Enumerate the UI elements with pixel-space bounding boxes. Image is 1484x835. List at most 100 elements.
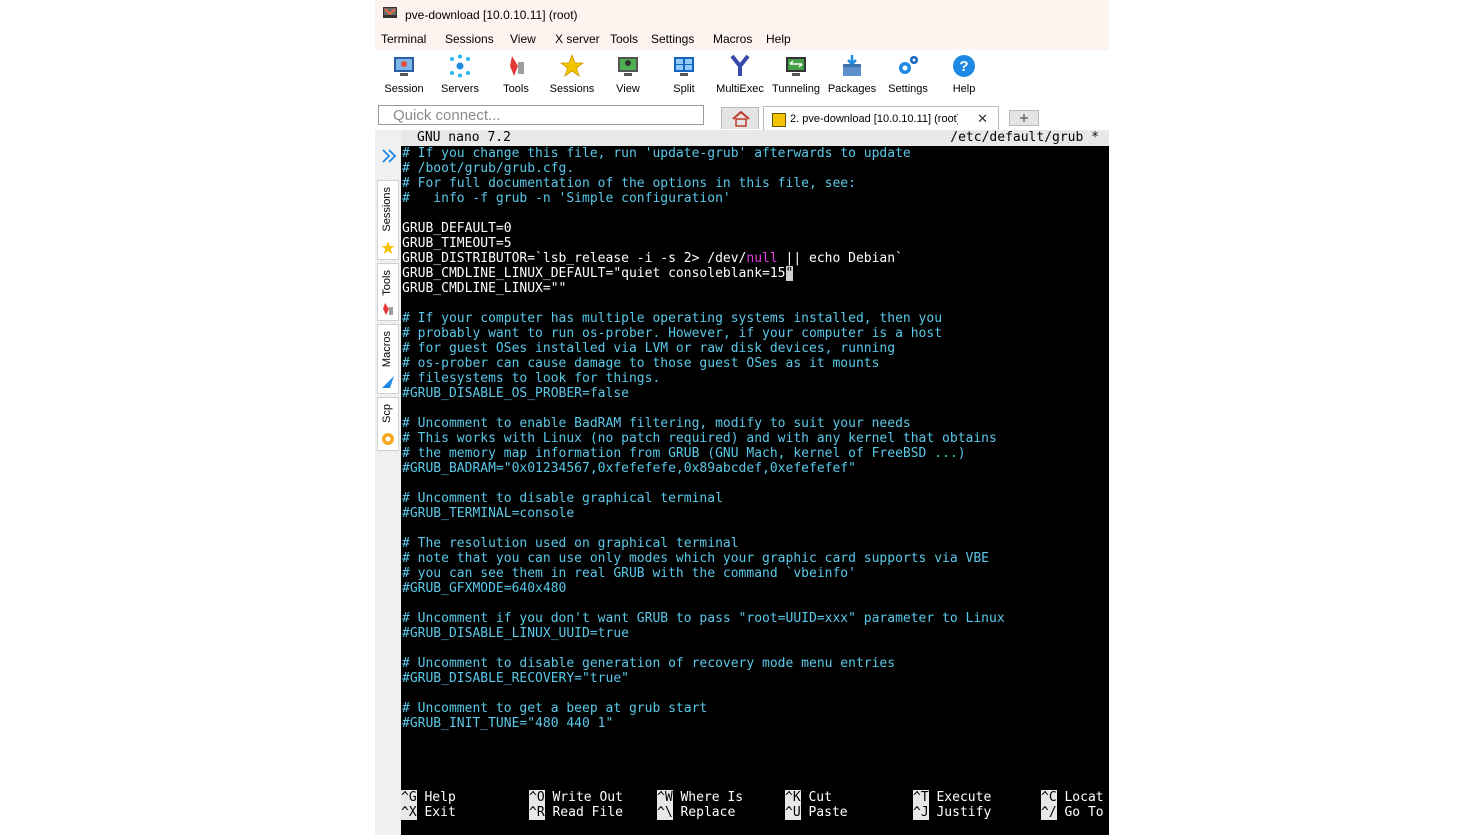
expand-sidebar-icon[interactable] bbox=[381, 148, 397, 164]
star-icon bbox=[381, 241, 395, 254]
nano-version: GNU nano 7.2 bbox=[417, 130, 511, 145]
shortcut-key: ^T bbox=[913, 790, 929, 805]
editor-line-text: # note that you can use only modes which… bbox=[402, 551, 989, 566]
mobaxterm-window: pve-download [10.0.10.11] (root) Termina… bbox=[375, 0, 1109, 835]
editor-line-text: GRUB_CMDLINE_LINUX_DEFAULT="quiet consol… bbox=[402, 266, 786, 281]
menu-x-server[interactable]: X server bbox=[555, 32, 600, 46]
sidebar-tab-label: Scp bbox=[381, 404, 393, 423]
session-tab[interactable]: 2. pve-download [10.0.10.11] (root) ✕ bbox=[763, 106, 999, 130]
shortcut-item: ^U Paste bbox=[785, 805, 848, 820]
editor-line: #GRUB_GFXMODE=640x480 bbox=[402, 581, 1108, 596]
editor-line: # you can see them in real GRUB with the… bbox=[402, 566, 1108, 581]
editor-line: # /boot/grub/grub.cfg. bbox=[402, 161, 1108, 176]
shortcut-key: ^R bbox=[529, 805, 545, 820]
shortcut-item: ^W Where Is bbox=[657, 790, 743, 805]
editor-line-text: #GRUB_DISABLE_LINUX_UUID=true bbox=[402, 626, 629, 641]
split-icon bbox=[674, 57, 694, 76]
menu-terminal[interactable]: Terminal bbox=[381, 32, 426, 46]
terminal-pane[interactable]: GNU nano 7.2 /etc/default/grub * # If yo… bbox=[401, 130, 1109, 835]
session-tab-icon bbox=[772, 113, 786, 127]
editor-line-text: GRUB_CMDLINE_LINUX="" bbox=[402, 281, 567, 296]
editor-line-text: GRUB_DISTRIBUTOR=`lsb_release -i -s 2> /… bbox=[402, 251, 747, 266]
editor-line-text: || echo Debian` bbox=[777, 251, 903, 266]
shortcut-key: ^X bbox=[401, 805, 417, 820]
editor-line: # If your computer has multiple operatin… bbox=[402, 311, 1108, 326]
shortcut-label: Write Out bbox=[552, 790, 623, 805]
editor-line: # If you change this file, run 'update-g… bbox=[402, 146, 1108, 161]
editor-line: #GRUB_INIT_TUNE="480 440 1" bbox=[402, 716, 1108, 731]
help-button[interactable]: ? Help bbox=[936, 50, 992, 100]
shortcut-key: ^G bbox=[401, 790, 417, 805]
editor-content[interactable]: # If you change this file, run 'update-g… bbox=[402, 146, 1108, 731]
sidebar-tab-scp[interactable]: Scp bbox=[377, 397, 399, 451]
editor-line: # Uncomment if you don't want GRUB to pa… bbox=[402, 611, 1108, 626]
home-tab[interactable] bbox=[721, 107, 759, 129]
shortcut-label: Cut bbox=[808, 790, 832, 805]
nano-header: GNU nano 7.2 /etc/default/grub * bbox=[401, 130, 1109, 146]
editor-line: # Uncomment to enable BadRAM filtering, … bbox=[402, 416, 1108, 431]
editor-line: GRUB_CMDLINE_LINUX_DEFAULT="quiet consol… bbox=[402, 266, 1108, 281]
multiexec-icon bbox=[730, 54, 750, 76]
editor-line: # The resolution used on graphical termi… bbox=[402, 536, 1108, 551]
shortcut-key: ^O bbox=[529, 790, 545, 805]
shortcut-label: Replace bbox=[680, 805, 736, 820]
close-icon[interactable]: ✕ bbox=[977, 111, 988, 127]
editor-line-text: # The resolution used on graphical termi… bbox=[402, 536, 739, 551]
shortcut-label: Execute bbox=[936, 790, 992, 805]
text-cursor: " bbox=[785, 266, 794, 281]
shortcut-item: ^O Write Out bbox=[529, 790, 623, 805]
editor-line: GRUB_TIMEOUT=5 bbox=[402, 236, 1108, 251]
shortcut-label: Go To bbox=[1064, 805, 1104, 820]
shortcut-key: ^/ bbox=[1041, 805, 1057, 820]
sidebar-tab-label: Tools bbox=[381, 270, 393, 296]
sidebar-tab-sessions[interactable]: Sessions bbox=[377, 180, 399, 260]
editor-line-text: # the memory map information from GRUB (… bbox=[402, 446, 966, 461]
menu-help[interactable]: Help bbox=[766, 32, 791, 46]
menu-macros[interactable]: Macros bbox=[713, 32, 752, 46]
editor-line: GRUB_DISTRIBUTOR=`lsb_release -i -s 2> /… bbox=[402, 251, 1108, 266]
sidebar-tab-tools[interactable]: Tools bbox=[377, 263, 399, 321]
servers-icon bbox=[450, 54, 470, 78]
editor-line-text: # for guest OSes installed via LVM or ra… bbox=[402, 341, 896, 356]
menu-view[interactable]: View bbox=[510, 32, 536, 46]
editor-line: # Uncomment to disable graphical termina… bbox=[402, 491, 1108, 506]
shortcut-label: Paste bbox=[808, 805, 848, 820]
menu-bar: Terminal Sessions View X server Tools Se… bbox=[375, 28, 1109, 50]
shortcut-key: ^W bbox=[657, 790, 673, 805]
sidebar-tab-macros[interactable]: Macros bbox=[377, 324, 399, 394]
menu-sessions[interactable]: Sessions bbox=[445, 32, 494, 46]
tools-icon bbox=[383, 303, 393, 315]
menu-tools[interactable]: Tools bbox=[610, 32, 638, 46]
menu-settings[interactable]: Settings bbox=[651, 32, 694, 46]
toolbar: Session Servers Tools Sessions View Spli… bbox=[375, 50, 1109, 102]
shortcut-key: ^\ bbox=[657, 805, 673, 820]
sidebar-tab-label: Macros bbox=[381, 331, 393, 368]
editor-line-text: # probably want to run os-prober. Howeve… bbox=[402, 326, 943, 341]
editor-line-text: # filesystems to look for things. bbox=[402, 371, 661, 386]
shortcut-item: ^G Help bbox=[401, 790, 456, 805]
shortcut-item: ^\ Replace bbox=[657, 805, 735, 820]
editor-line-text: # For full documentation of the options … bbox=[402, 176, 856, 191]
editor-line: # This works with Linux (no patch requir… bbox=[402, 431, 1108, 446]
plus-icon bbox=[1020, 114, 1028, 122]
new-tab-button[interactable] bbox=[1009, 110, 1039, 126]
editor-line: #GRUB_DISABLE_LINUX_UUID=true bbox=[402, 626, 1108, 641]
editor-line: GRUB_CMDLINE_LINUX="" bbox=[402, 281, 1108, 296]
editor-line: #GRUB_DISABLE_RECOVERY="true" bbox=[402, 671, 1108, 686]
shortcut-label: Locat bbox=[1064, 790, 1104, 805]
editor-line-text: # os-prober can cause damage to those gu… bbox=[402, 356, 880, 371]
window-title: pve-download [10.0.10.11] (root) bbox=[405, 8, 578, 22]
shortcut-item: ^T Execute bbox=[913, 790, 991, 805]
editor-line: # the memory map information from GRUB (… bbox=[402, 446, 1108, 461]
svg-text:?: ? bbox=[959, 58, 968, 75]
editor-line-text: # /boot/grub/grub.cfg. bbox=[402, 161, 575, 176]
quick-connect-input[interactable]: Quick connect... bbox=[378, 105, 704, 125]
editor-line: # note that you can use only modes which… bbox=[402, 551, 1108, 566]
editor-line-text: #GRUB_BADRAM="0x01234567,0xfefefefe,0x89… bbox=[402, 461, 856, 476]
editor-line-text: GRUB_TIMEOUT=5 bbox=[402, 236, 512, 251]
